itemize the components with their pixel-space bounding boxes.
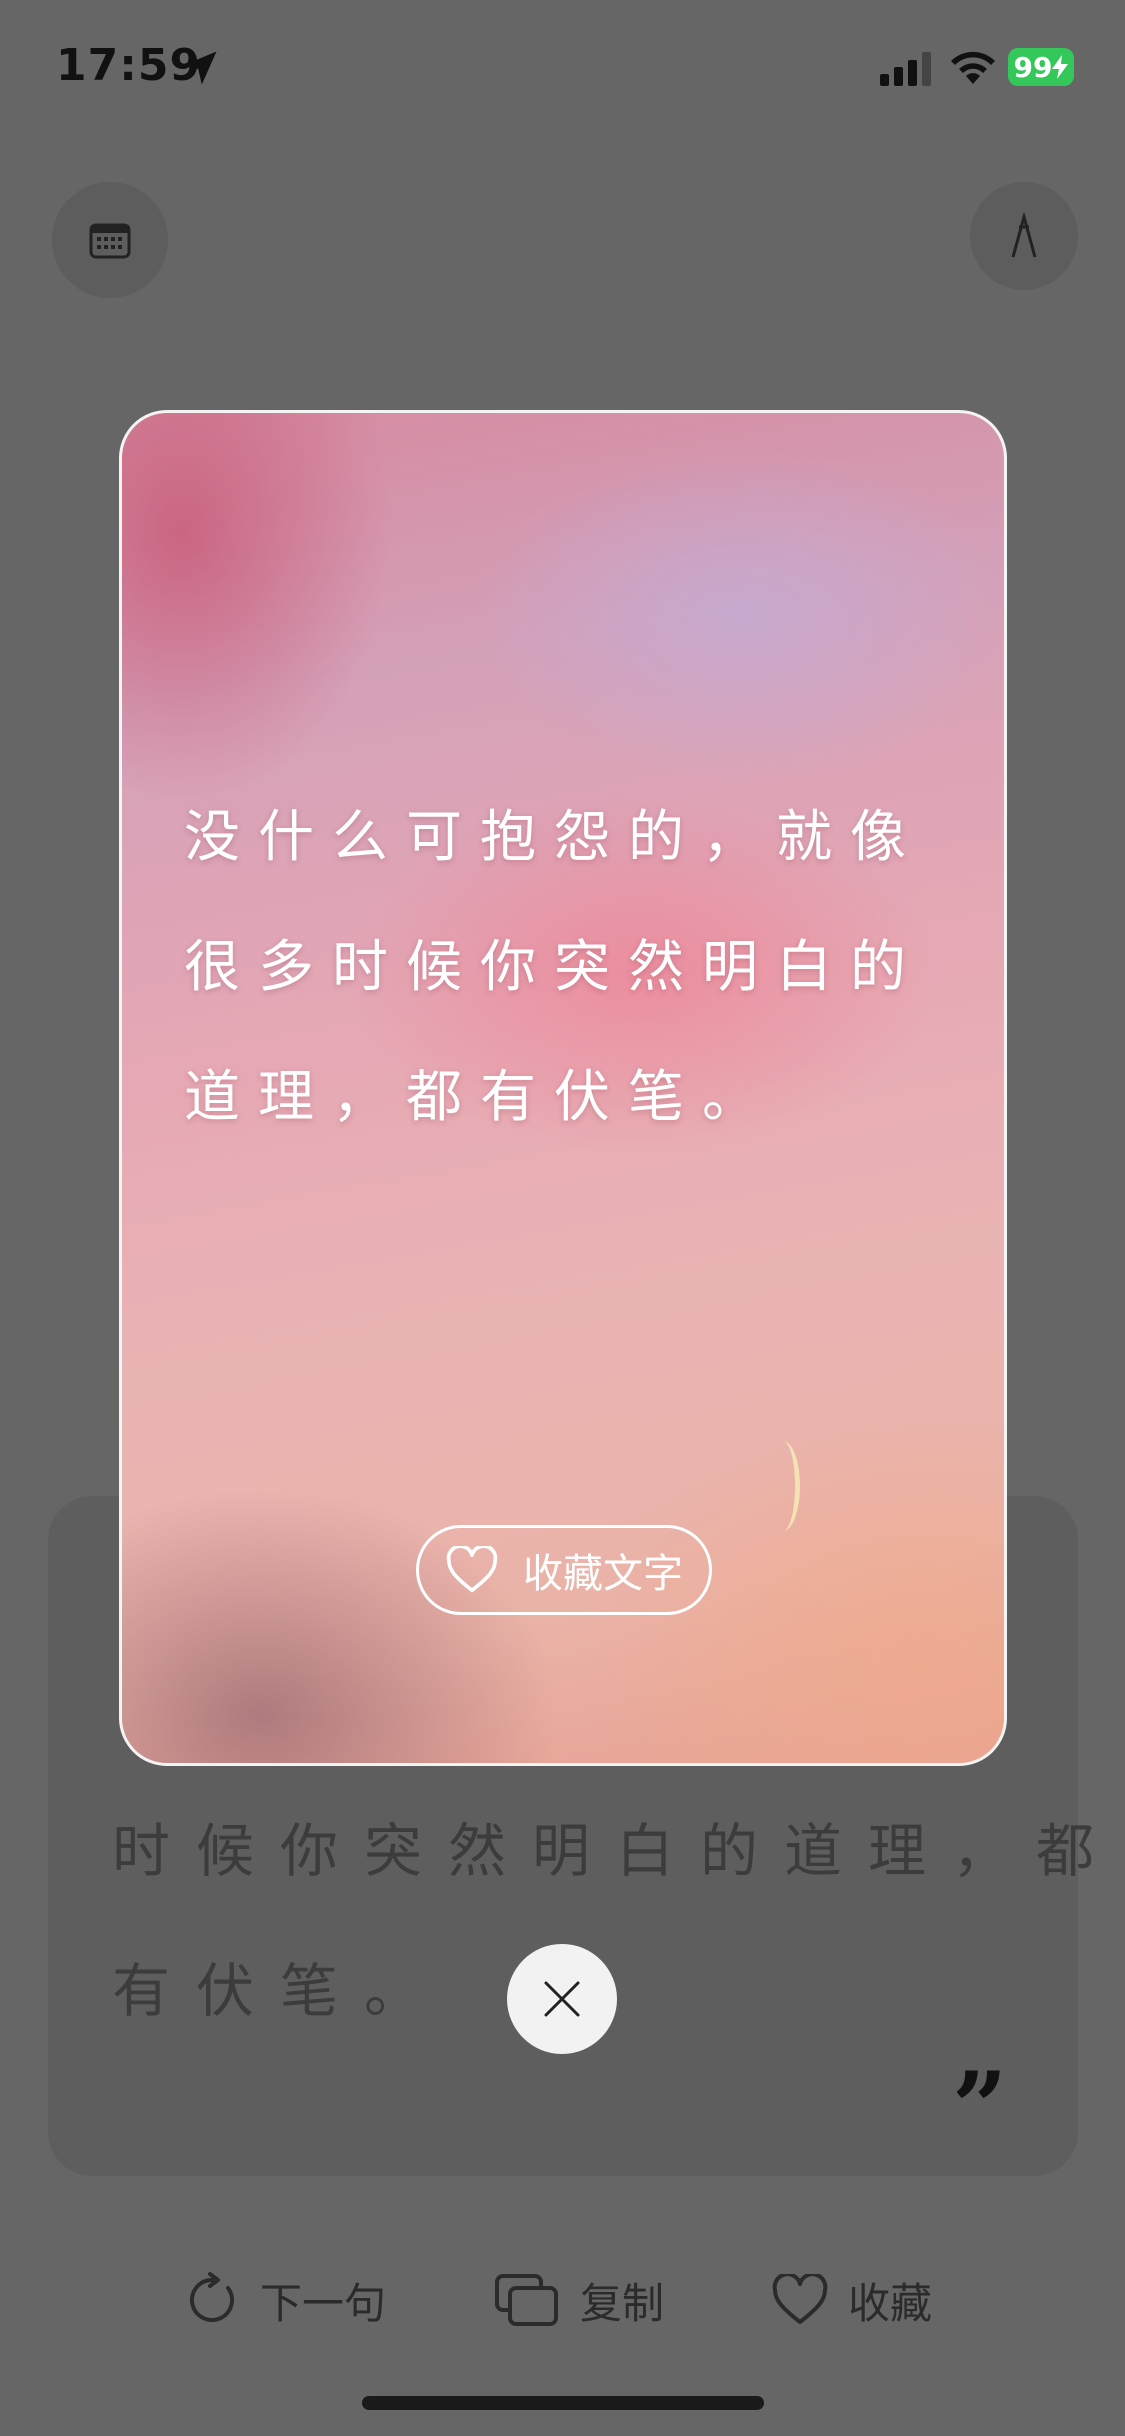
quote-share-card: 没什么可抱怨的，就像 很多时候你突然明白的 道理，都有伏笔。 收藏文字: [119, 410, 1007, 1766]
background-quote-line-2: 有伏笔。: [112, 1957, 449, 2025]
favorite-text-button[interactable]: 收藏文字: [416, 1525, 712, 1615]
status-bar: 17:59 99: [0, 0, 1125, 140]
battery-level: 99: [1013, 50, 1053, 84]
copy-button[interactable]: 复制: [494, 2250, 664, 2350]
closing-quote-icon: ”: [952, 2051, 1008, 2164]
calendar-button[interactable]: [52, 182, 168, 298]
favorite-label: 收藏: [848, 2278, 933, 2328]
calendar-icon: [89, 223, 131, 259]
next-quote-label: 下一句: [260, 2278, 387, 2328]
quote-text: 没什么可抱怨的，就像 很多时候你突然明白的 道理，都有伏笔。: [184, 773, 964, 1163]
heart-icon: [772, 2274, 828, 2324]
refresh-icon: [190, 2272, 234, 2322]
favorite-button[interactable]: 收藏: [772, 2250, 932, 2350]
cellular-signal-icon: [880, 52, 931, 86]
favorite-text-label: 收藏文字: [523, 1551, 683, 1597]
battery-indicator: 99: [1008, 48, 1074, 86]
wifi-icon: [951, 51, 995, 84]
copy-icon: [495, 2274, 558, 2326]
quote-line-1: 没什么可抱怨的，就像: [184, 805, 924, 870]
close-icon: [544, 1981, 580, 2017]
home-indicator[interactable]: [362, 2396, 764, 2410]
location-arrow-icon: [183, 51, 217, 85]
font-style-icon: [1011, 213, 1037, 258]
quote-line-3: 道理，都有伏笔。: [184, 1065, 776, 1130]
copy-label: 复制: [580, 2278, 665, 2328]
background-quote-line-1: 时候你突然明白的道理，都: [112, 1817, 1121, 1885]
font-style-button[interactable]: [970, 182, 1078, 290]
close-button[interactable]: [507, 1944, 617, 2054]
charging-bolt-icon: [1052, 55, 1069, 79]
action-bar: 下一句 复制 收藏: [0, 2250, 1125, 2350]
heart-icon: [446, 1546, 498, 1593]
next-quote-button[interactable]: 下一句: [184, 2250, 386, 2350]
quote-line-2: 很多时候你突然明白的: [184, 935, 924, 1000]
crescent-moon-decoration: [766, 1441, 800, 1531]
